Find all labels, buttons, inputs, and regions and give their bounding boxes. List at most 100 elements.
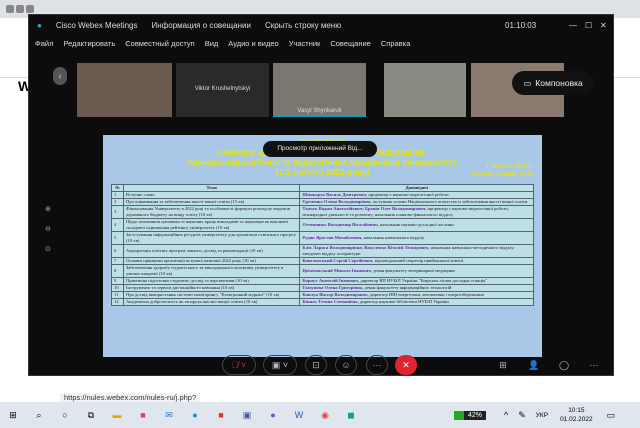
hide-menu-button[interactable]: Скрыть строку меню <box>265 21 341 30</box>
end-meeting-button[interactable]: ✕ <box>395 355 417 375</box>
menu-audio-video[interactable]: Аудио и видео <box>228 39 278 48</box>
reactions-button[interactable]: ☺ <box>335 355 357 375</box>
participant-video[interactable] <box>77 63 172 117</box>
share-button[interactable]: ⊡ <box>305 355 327 375</box>
menu-share[interactable]: Совместный доступ <box>125 39 194 48</box>
chat-button[interactable]: ◯ <box>554 355 574 375</box>
speaker-name: Шинкарук Василь Дмитрович, <box>302 192 368 197</box>
table-row: 3 Фінансування Університету в 2022 році т… <box>111 205 534 219</box>
speaker-name: Коваленський Сергій Сергійович, <box>302 258 374 263</box>
cortana-icon[interactable]: ○ <box>52 410 78 420</box>
speaker-name: Каплун Віктор Володимирович, <box>302 292 369 297</box>
zoom-fit-icon[interactable]: ⊙ <box>45 240 51 260</box>
row-number: 3 <box>111 205 124 219</box>
row-number: 5 <box>111 231 124 245</box>
menu-view[interactable]: Вид <box>205 39 219 48</box>
viber-icon[interactable]: ● <box>260 410 286 420</box>
layout-button[interactable]: ▭ Компоновка <box>512 71 594 95</box>
battery-indicator[interactable]: 42% <box>454 410 487 420</box>
mute-button[interactable]: 🎙̸ ˅ <box>222 355 256 375</box>
row-topic: Основні принципи організації вступної ка… <box>122 257 301 265</box>
row-number: 9 <box>111 277 124 285</box>
app-view-tooltip[interactable]: Просмотр приложений Від... <box>263 141 377 157</box>
webex-icon[interactable]: ◼ <box>338 410 364 421</box>
table-row: 4 Щодо показників цитованості наукових пр… <box>111 218 534 232</box>
tab-icon[interactable] <box>6 5 14 13</box>
speaker-role: відповідальний секретар приймальної комі… <box>374 258 464 263</box>
speaker-name: Рудик Ярослав Михайлович, <box>302 235 363 240</box>
mic-muted-icon: 🎙̸ ˅ <box>231 360 247 370</box>
menu-bar: Файл Редактировать Совместный доступ Вид… <box>29 35 615 51</box>
language-indicator[interactable]: УКР <box>536 412 548 419</box>
notifications-icon[interactable]: ▭ <box>607 410 616 421</box>
meeting-info-button[interactable]: Информация о совещании <box>152 21 251 30</box>
row-speaker: Каплун Віктор Володимирович, директор НН… <box>299 291 534 299</box>
more-panels-button[interactable]: ··· <box>584 355 604 375</box>
pen-icon[interactable]: ✎ <box>518 410 526 421</box>
tab-icon[interactable] <box>26 5 34 13</box>
row-topic: Вступне слово <box>122 191 301 199</box>
more-options-button[interactable]: ··· <box>366 355 388 375</box>
search-icon[interactable]: ⌕ <box>26 410 52 421</box>
save-icon[interactable]: ▣ <box>234 410 260 421</box>
table-row: 2 Про оцінювання та забезпечення якості в… <box>111 198 534 206</box>
table-row: 11 Про досвід використання системи моніто… <box>111 291 534 299</box>
tab-icon[interactable] <box>16 5 24 13</box>
minimize-icon[interactable]: — <box>569 21 577 30</box>
shared-document: ПРОГРАМА семінару для керівників структу… <box>103 135 542 357</box>
row-topic: Інструменти та сервіси дистанційного нав… <box>122 284 301 292</box>
menu-meeting[interactable]: Совещание <box>330 39 371 48</box>
zoom-controls: ⊕ ⊖ ⊙ <box>45 200 51 260</box>
app-icon[interactable]: ■ <box>130 410 156 420</box>
video-button[interactable]: ▣ ˅ <box>263 355 297 375</box>
mail-icon[interactable]: ✉ <box>156 410 182 421</box>
menu-participant[interactable]: Участник <box>289 39 321 48</box>
more-icon: ··· <box>589 360 599 370</box>
row-number: 7 <box>111 257 124 265</box>
participant-video[interactable]: Viktor Krushelnytskyi <box>176 63 269 117</box>
row-speaker: Шинкарук Василь Дмитрович, проректор з н… <box>299 191 534 199</box>
layout-label: Компоновка <box>535 78 583 88</box>
table-row: 1 Вступне слово Шинкарук Василь Дмитрович,… <box>111 191 534 199</box>
task-view-icon[interactable]: ⧉ <box>78 410 104 421</box>
prev-participants-button[interactable]: ‹ <box>53 67 67 85</box>
layout-icon: ▭ <box>523 77 532 88</box>
maximize-icon[interactable]: ☐ <box>585 21 592 30</box>
taskbar: ⊞ ⌕ ○ ⧉ ▬ ■ ✉ ● ■ ▣ ● W ◉ ◼ 42% ^ ✎ УКР … <box>0 402 640 428</box>
word-icon[interactable]: W <box>286 410 312 420</box>
participant-video[interactable] <box>384 63 466 117</box>
row-topic: Застосування інформаційних ресурсів унів… <box>122 231 301 245</box>
row-topic: Академічна доброчесність як запорука які… <box>122 298 301 306</box>
menu-edit[interactable]: Редактировать <box>63 39 115 48</box>
edge-icon[interactable]: ● <box>182 410 208 420</box>
row-number: 6 <box>111 244 124 258</box>
reader-icon[interactable]: ■ <box>208 410 234 420</box>
chrome-icon[interactable]: ◉ <box>312 410 338 421</box>
row-speaker: Кіннєк Тетяна Степанівна, директор науко… <box>299 298 534 306</box>
app-title: Cisco Webex Meetings <box>55 20 138 30</box>
menu-help[interactable]: Справка <box>381 39 410 48</box>
zoom-out-icon[interactable]: ⊖ <box>45 220 51 240</box>
row-topic: Практична підготовка студентів: досвід т… <box>122 277 301 285</box>
chat-icon: ◯ <box>558 359 570 370</box>
explorer-icon[interactable]: ▬ <box>104 410 130 420</box>
clock[interactable]: 10:15 01.02.2022 <box>560 406 593 424</box>
zoom-in-icon[interactable]: ⊕ <box>45 200 51 220</box>
speaker-name: Корнух Анатолій Іванович, <box>302 278 360 283</box>
speaker-name: Ткачук Вадим Анатолійович; Броніп Олег В… <box>302 206 427 211</box>
row-topic: Щодо показників цитованості наукових пра… <box>122 218 301 232</box>
close-icon[interactable]: ✕ <box>600 21 607 30</box>
row-topic: Акредитація освітніх програм: вимоги, до… <box>122 244 301 258</box>
speaker-role: заступник голови Національного агентства… <box>372 199 528 204</box>
menu-file[interactable]: Файл <box>35 39 53 48</box>
participant-video-active[interactable]: Vasyl Shynkaruk <box>273 63 366 117</box>
row-topic: Про оцінювання та забезпечення якості ви… <box>122 198 301 206</box>
row-number: 12 <box>111 298 124 306</box>
participants-button[interactable]: 👤 <box>524 355 544 375</box>
apps-button[interactable]: ⊞ <box>493 355 513 375</box>
table-row: 12 Академічна доброчесність як запорука я… <box>111 298 534 306</box>
tray-chevron-icon[interactable]: ^ <box>504 410 508 420</box>
speaker-name: Цвіліховський Микола Іванович, <box>302 268 373 273</box>
speaker-role: декан факультету інформаційних технологі… <box>364 285 452 290</box>
start-icon[interactable]: ⊞ <box>0 410 26 421</box>
